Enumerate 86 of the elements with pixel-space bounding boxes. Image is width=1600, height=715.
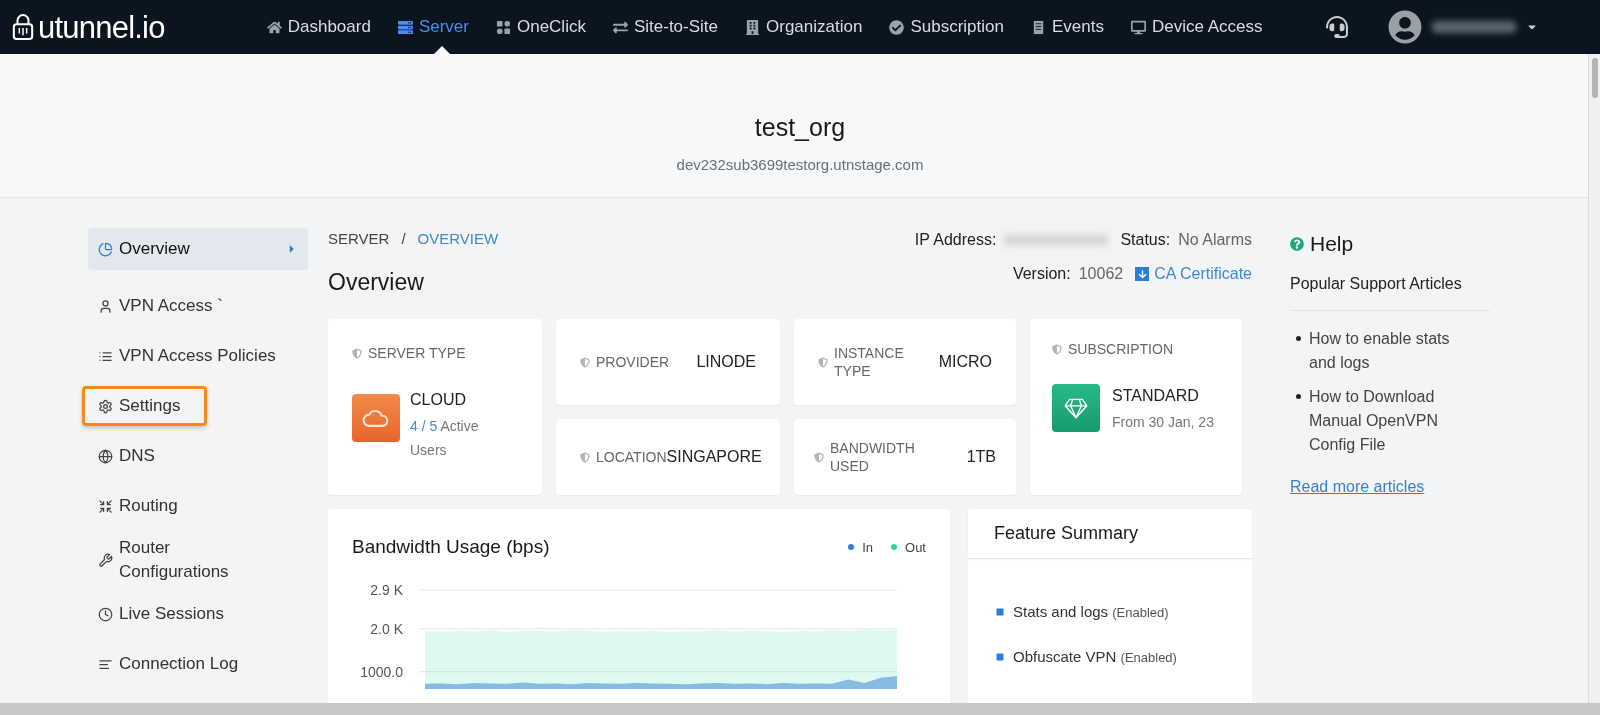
org-domain: dev232sub3699testorg.utnstage.com	[676, 155, 924, 175]
clock-icon	[98, 606, 113, 622]
sidebar-item[interactable]: Live Sessions	[88, 594, 308, 634]
article-link[interactable]: How to enable stats and logs	[1309, 326, 1474, 375]
vertical-scrollbar[interactable]	[1588, 54, 1600, 703]
y-tick-label: 2.9 K	[370, 581, 403, 598]
nav-link[interactable]: Organization	[745, 0, 863, 54]
card-value: 1TB	[966, 447, 996, 467]
download-icon	[1135, 267, 1150, 281]
read-more-link[interactable]: Read more articles	[1290, 474, 1490, 499]
card-label: BANDWIDTH USED	[830, 439, 916, 475]
shield-icon	[1052, 344, 1062, 355]
article-link[interactable]: How to Download Manual OpenVPN Config File	[1309, 384, 1474, 457]
breadcrumb-separator: /	[401, 229, 406, 249]
nav-link[interactable]: Subscription	[889, 0, 1004, 54]
nav-link[interactable]: OneClick	[495, 0, 586, 54]
horizontal-scrollbar[interactable]	[0, 703, 1600, 715]
bullet-icon	[1296, 393, 1301, 399]
shield-icon	[818, 356, 828, 368]
version-value: 10062	[1078, 264, 1124, 284]
settings-icon	[98, 398, 113, 414]
nav-link[interactable]: Dashboard	[266, 0, 371, 54]
card-value: STANDARD	[1112, 386, 1200, 406]
active-users-text: 4 / 5 Active Users	[410, 417, 480, 460]
feature-summary-title: Feature Summary	[994, 522, 1139, 545]
cloud-icon	[352, 394, 400, 442]
shrink-icon	[98, 498, 113, 514]
card-label: PROVIDER	[596, 352, 670, 372]
card-value: MICRO	[938, 352, 992, 372]
nav-link[interactable]: Events	[1030, 0, 1104, 54]
brand-name[interactable]: utunnel.io	[38, 11, 165, 43]
sidebar-item[interactable]: Settings	[82, 386, 207, 426]
help-icon	[1290, 236, 1304, 251]
status-value: No Alarms	[1178, 230, 1252, 250]
shield-icon	[352, 348, 362, 359]
monitor-icon	[1130, 19, 1146, 35]
sidebar-item[interactable]: Router Configurations	[88, 536, 308, 584]
shield-icon	[580, 451, 590, 463]
card-value: CLOUD	[410, 390, 467, 410]
arrows-icon	[612, 19, 628, 35]
version-label: Version:	[1012, 264, 1071, 284]
card-label: INSTANCE TYPE	[834, 344, 905, 380]
ip-address-label: IP Address:	[914, 230, 997, 250]
globe-icon	[98, 448, 113, 464]
sidebar-item[interactable]: VPN Access Policies	[88, 336, 308, 376]
legend-label: Out	[905, 538, 926, 557]
y-tick-label: 1000.0	[360, 663, 403, 680]
bullet-icon	[996, 652, 1004, 661]
sidebar-item[interactable]: DNS	[88, 436, 308, 476]
pie-chart-icon	[98, 241, 113, 257]
help-subtitle: Popular Support Articles	[1290, 271, 1490, 311]
shield-icon	[580, 356, 590, 368]
logo-icon	[12, 13, 34, 41]
nav-link[interactable]: Device Access	[1130, 0, 1263, 54]
bullet-icon	[996, 608, 1004, 617]
org-name: test_org	[754, 111, 846, 143]
headset-icon[interactable]	[1326, 16, 1348, 38]
chart-title: Bandwidth Usage (bps)	[352, 535, 550, 559]
status-label: Status:	[1120, 230, 1171, 250]
card-label: SUBSCRIPTION	[1068, 340, 1173, 359]
subscription-date: From 30 Jan, 23	[1112, 413, 1214, 432]
sidebar-item[interactable]: VPN Access `	[88, 286, 308, 326]
grid-icon	[495, 19, 511, 35]
bullet-icon	[1296, 335, 1301, 341]
building-icon	[745, 19, 760, 35]
shield-icon	[814, 451, 824, 463]
card-label: LOCATION	[596, 447, 667, 467]
wrench-icon	[98, 552, 113, 568]
sidebar-item[interactable]: Overview	[88, 228, 308, 270]
avatar-icon[interactable]	[1388, 10, 1422, 44]
feature-item: Obfuscate VPN (Enabled)	[1013, 646, 1177, 667]
feature-item: Stats and logs (Enabled)	[1013, 602, 1169, 622]
y-tick-label: 2.0 K	[370, 620, 403, 637]
home-icon	[266, 19, 282, 35]
nav-link[interactable]: Site-to-Site	[612, 0, 718, 54]
card-value: LINODE	[696, 352, 756, 372]
legend-label: In	[862, 538, 874, 557]
card-value: SINGAPORE	[666, 447, 762, 467]
help-title: Help	[1310, 231, 1354, 257]
page-title: Overview	[328, 267, 425, 297]
user-icon	[98, 298, 113, 314]
sidebar-item[interactable]: Routing	[88, 486, 308, 526]
server-icon	[397, 19, 413, 35]
breadcrumb-link[interactable]: SERVER	[328, 228, 390, 251]
sidebar-item[interactable]: Connection Log	[88, 644, 308, 684]
card-label: SERVER TYPE	[368, 344, 466, 363]
